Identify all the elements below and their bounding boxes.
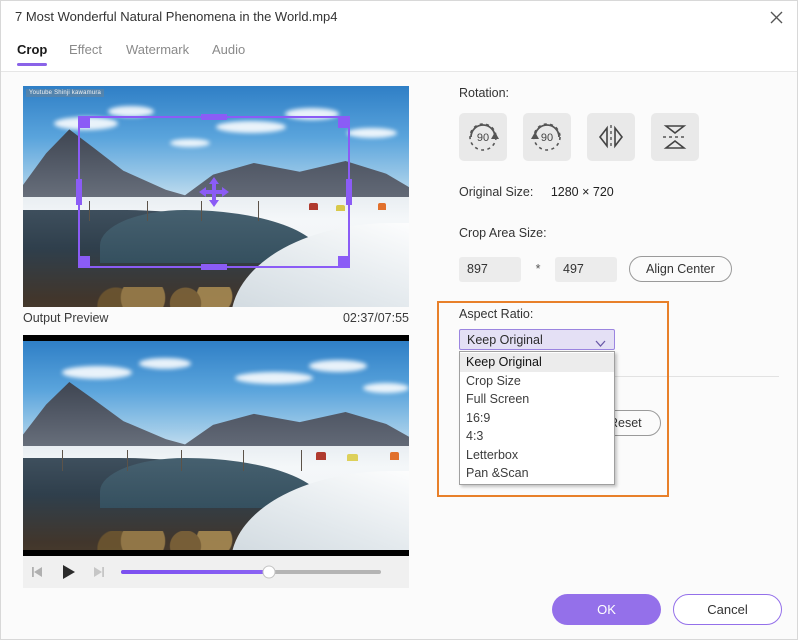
rotate-left-90-icon[interactable]: 90 (523, 113, 571, 161)
crop-handle-top-left[interactable] (78, 116, 90, 128)
crop-handle-middle-right[interactable] (346, 179, 352, 205)
crop-size-row: * Align Center (459, 256, 732, 282)
seek-slider-knob[interactable] (263, 566, 276, 579)
chevron-down-icon (595, 334, 606, 352)
tab-crop[interactable]: Crop (17, 40, 47, 66)
tab-watermark-label: Watermark (126, 42, 189, 57)
crop-handle-top-right[interactable] (338, 116, 350, 128)
original-size-row: Original Size: 1280 × 720 (459, 185, 614, 199)
output-preview-video[interactable] (23, 335, 409, 556)
tab-effect-label: Effect (69, 42, 102, 57)
aspect-ratio-selected-value: Keep Original (460, 333, 543, 347)
rotation-section: Rotation: (459, 86, 779, 100)
close-icon[interactable] (753, 1, 798, 34)
size-separator: * (521, 262, 555, 276)
dropdown-option-crop-size[interactable]: Crop Size (460, 372, 614, 391)
dropdown-option-4-3[interactable]: 4:3 (460, 427, 614, 446)
rotate-right-90-icon[interactable]: 90 (459, 113, 507, 161)
video-watermark-text: Youtube Shinji kawamura (26, 89, 104, 97)
align-center-button[interactable]: Align Center (629, 256, 732, 282)
tab-active-underline (17, 63, 47, 66)
aspect-ratio-select[interactable]: Keep Original (459, 329, 615, 350)
crop-selection-rectangle[interactable] (78, 116, 350, 268)
crop-handle-bottom-center[interactable] (201, 264, 227, 270)
crop-handle-middle-left[interactable] (76, 179, 82, 205)
ok-button[interactable]: OK (552, 594, 661, 625)
tab-audio[interactable]: Audio (212, 40, 245, 66)
step-forward-icon[interactable] (83, 556, 113, 588)
move-icon[interactable] (197, 175, 231, 209)
tab-crop-label: Crop (17, 42, 47, 57)
crop-height-input[interactable] (555, 257, 617, 282)
output-preview-label: Output Preview (23, 311, 108, 325)
aspect-ratio-label: Aspect Ratio: (459, 307, 533, 321)
crop-dialog-window: 7 Most Wonderful Natural Phenomena in th… (0, 0, 798, 640)
dropdown-option-16-9[interactable]: 16:9 (460, 409, 614, 428)
dropdown-option-pan-scan[interactable]: Pan &Scan (460, 464, 614, 483)
tab-bar: Crop Effect Watermark Audio (1, 34, 798, 72)
flip-horizontal-icon[interactable] (587, 113, 635, 161)
svg-text:90: 90 (541, 132, 553, 144)
output-frame-image (23, 341, 409, 550)
window-title: 7 Most Wonderful Natural Phenomena in th… (15, 9, 338, 24)
crop-area-size-label: Crop Area Size: (459, 226, 547, 240)
output-preview-header: Output Preview 02:37/07:55 (23, 311, 409, 331)
dropdown-option-letterbox[interactable]: Letterbox (460, 446, 614, 465)
tab-bar-divider (1, 71, 798, 72)
seek-slider[interactable] (121, 570, 381, 574)
flip-vertical-icon[interactable] (651, 113, 699, 161)
seek-progress-fill (121, 570, 269, 574)
title-bar: 7 Most Wonderful Natural Phenomena in th… (1, 1, 798, 34)
original-size-label: Original Size: (459, 185, 533, 199)
svg-text:90: 90 (477, 132, 489, 144)
play-icon[interactable] (53, 556, 83, 588)
video-player-controls (23, 556, 409, 588)
crop-handle-bottom-left[interactable] (78, 256, 90, 268)
playback-timestamp: 02:37/07:55 (343, 311, 409, 325)
rotation-button-row: 90 90 (459, 113, 699, 161)
crop-preview-video[interactable]: Youtube Shinji kawamura (23, 86, 409, 307)
tab-watermark[interactable]: Watermark (126, 40, 189, 66)
dropdown-option-keep-original[interactable]: Keep Original (460, 353, 614, 372)
dropdown-option-full-screen[interactable]: Full Screen (460, 390, 614, 409)
tab-audio-label: Audio (212, 42, 245, 57)
crop-handle-bottom-right[interactable] (338, 256, 350, 268)
crop-handle-top-center[interactable] (201, 114, 227, 120)
step-backward-icon[interactable] (23, 556, 53, 588)
aspect-ratio-dropdown-list[interactable]: Keep Original Crop Size Full Screen 16:9… (459, 351, 615, 485)
crop-width-input[interactable] (459, 257, 521, 282)
tab-effect[interactable]: Effect (69, 40, 102, 66)
original-size-value: 1280 × 720 (551, 185, 614, 199)
rotation-label: Rotation: (459, 86, 779, 100)
cancel-button[interactable]: Cancel (673, 594, 782, 625)
